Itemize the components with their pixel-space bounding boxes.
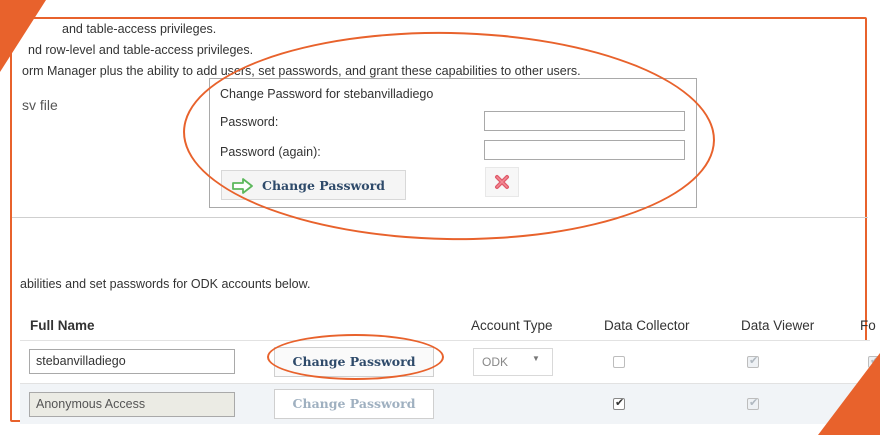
csv-file-link[interactable]: sv file <box>22 97 58 113</box>
header-data-viewer: Data Viewer <box>741 318 815 333</box>
annotation-corner-bottom-right <box>818 353 880 435</box>
data-collector-checkbox[interactable]: ✔ <box>613 397 625 410</box>
full-name-field[interactable]: Anonymous Access <box>29 392 235 417</box>
data-collector-checkbox[interactable] <box>613 356 625 368</box>
annotation-ellipse-button <box>267 334 444 380</box>
account-type-value: ODK <box>482 355 509 369</box>
full-name-field[interactable]: stebanvilladiego <box>29 349 235 374</box>
data-viewer-checkbox[interactable]: ✔ <box>747 355 759 368</box>
header-account-type: Account Type <box>471 318 553 333</box>
data-viewer-checkbox[interactable]: ✔ <box>747 397 759 410</box>
change-password-button[interactable]: Change Password <box>274 389 434 419</box>
header-full-name: Full Name <box>30 318 95 333</box>
table-row: Anonymous Access Change Password ✔ ✔ <box>20 384 870 424</box>
privilege-text-1: and table-access privileges. <box>62 22 217 36</box>
header-form-manager: Fo <box>860 318 876 333</box>
account-type-select[interactable]: ODK ▼ <box>473 348 553 376</box>
table-row: stebanvilladiego Change Password ODK ▼ ✔… <box>20 340 880 384</box>
checkmark-icon: ✔ <box>749 397 759 409</box>
intro-text: abilities and set passwords for ODK acco… <box>20 277 311 291</box>
header-data-collector: Data Collector <box>604 318 690 333</box>
checkmark-icon: ✔ <box>749 355 759 367</box>
dropdown-caret-icon: ▼ <box>532 354 540 363</box>
privilege-text-2: nd row-level and table-access privileges… <box>28 43 254 57</box>
checkmark-icon: ✔ <box>615 397 625 409</box>
